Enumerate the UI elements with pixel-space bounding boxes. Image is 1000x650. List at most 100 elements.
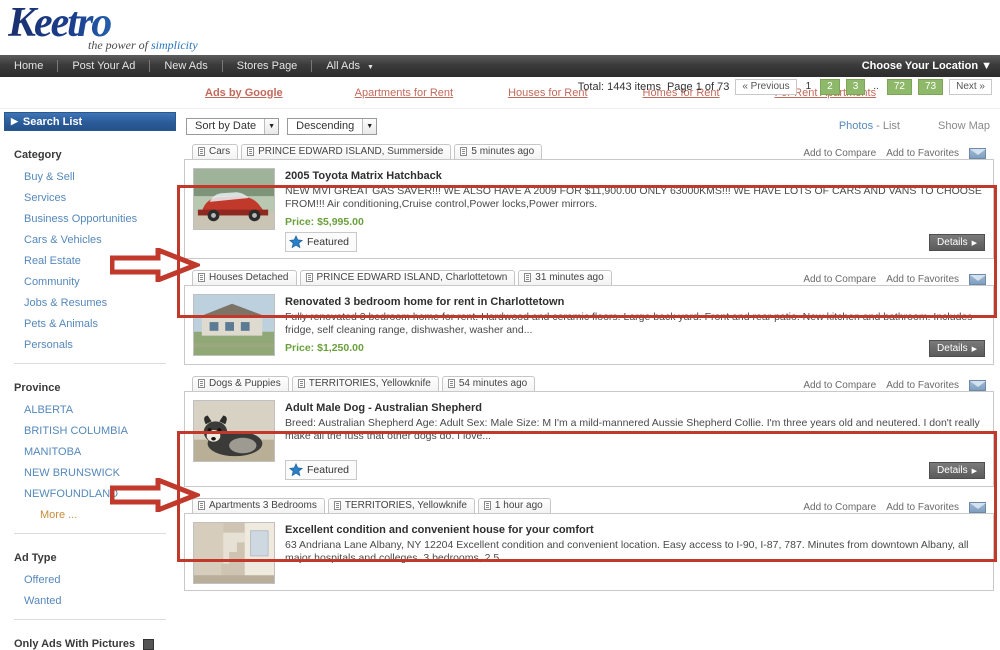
pagination: Total: 1443 items Page 1 of 73 « Previou… [578,79,992,95]
view-mode-dash: - [873,120,883,132]
envelope-icon[interactable] [969,148,986,159]
province-title: Province [14,382,61,394]
nav-item-post-your-ad[interactable]: Post Your Ad [58,60,149,72]
choose-location-button[interactable]: Choose Your Location ▼ [862,60,992,72]
listing-actions: Add to Compare Add to Favorites [803,380,994,391]
sidebar-item-services[interactable]: Services [24,192,166,204]
listing-item: Apartments 3 Bedrooms TERRITORIES, Yello… [184,497,994,595]
add-to-favorites-link[interactable]: Add to Favorites [886,274,959,285]
add-to-favorites-link[interactable]: Add to Favorites [886,148,959,159]
site-logo[interactable]: Keetro the power of simplicity [8,2,223,52]
sidebar-item-offered[interactable]: Offered [24,574,166,586]
page-of-label: Page 1 of 73 [666,81,730,93]
listing-category-tag[interactable]: Houses Detached [192,270,297,285]
listing-item: Cars PRINCE EDWARD ISLAND, Summerside 5 … [184,143,994,263]
ads-by-google-label[interactable]: Ads by Google [205,87,283,99]
envelope-icon[interactable] [969,380,986,391]
sort-by-value: Sort by Date [195,119,257,132]
only-ads-with-pictures-row[interactable]: Only Ads With Pictures [14,638,166,650]
sidebar-item-community[interactable]: Community [24,276,166,288]
sort-by-select[interactable]: Sort by Date ▼ [186,117,280,135]
listing-item: Dogs & Puppies TERRITORIES, Yellowknife … [184,375,994,491]
details-button[interactable]: Details ▶ [929,340,985,357]
nav-item-stores-page[interactable]: Stores Page [223,60,312,72]
next-page-button[interactable]: Next » [949,79,992,95]
sidebar-item-newfoundland[interactable]: NEWFOUNDLAND [24,488,166,500]
document-icon [297,379,305,388]
listing-tag-row: Apartments 3 Bedrooms TERRITORIES, Yello… [184,497,994,513]
current-page-indicator: 1 [805,81,812,92]
add-to-favorites-link[interactable]: Add to Favorites [886,380,959,391]
nav-item-all-ads[interactable]: All Ads ▼ [312,60,388,72]
only-ads-with-pictures-checkbox[interactable] [143,638,155,650]
listing-category-label: Houses Detached [209,272,289,283]
details-button[interactable]: Details ▶ [929,462,985,479]
listing-thumbnail[interactable] [193,400,275,462]
listing-category-tag[interactable]: Dogs & Puppies [192,376,289,391]
ad-link-houses-for-rent[interactable]: Houses for Rent [508,87,587,99]
ad-link-apartments-for-rent[interactable]: Apartments for Rent [355,87,453,99]
listing-toolbar: Total: 1443 items Page 1 of 73 « Previou… [180,79,998,143]
previous-page-button[interactable]: « Previous [735,79,797,95]
envelope-icon[interactable] [969,502,986,513]
sidebar-item-new-brunswick[interactable]: NEW BRUNSWICK [24,467,166,479]
page-button-73[interactable]: 73 [917,79,944,95]
sidebar-item-wanted[interactable]: Wanted [24,595,166,607]
listing-location-label: PRINCE EDWARD ISLAND, Charlottetown [316,272,508,283]
car-photo [194,169,274,229]
listing-location-tag[interactable]: TERRITORIES, Yellowknife [327,498,475,513]
add-to-compare-link[interactable]: Add to Compare [803,148,876,159]
featured-label: Featured [307,464,350,476]
view-mode-photos[interactable]: Photos [839,120,873,132]
total-items-label: Total: 1443 items [577,81,661,93]
listing-location-tag[interactable]: TERRITORIES, Yellowknife [291,376,439,391]
show-map-button[interactable]: Show Map [938,120,990,132]
envelope-icon[interactable] [969,274,986,285]
add-to-favorites-link[interactable]: Add to Favorites [886,502,959,513]
listing-category-tag[interactable]: Cars [192,144,239,159]
listing-title[interactable]: Excellent condition and convenient house… [285,524,985,536]
details-label: Details [937,465,968,476]
add-to-compare-link[interactable]: Add to Compare [803,380,876,391]
sidebar-item-british-columbia[interactable]: BRITISH COLUMBIA [24,425,166,437]
details-button[interactable]: Details ▶ [929,234,985,251]
category-title: Category [14,149,62,161]
listing-location-tag[interactable]: PRINCE EDWARD ISLAND, Charlottetown [299,270,516,285]
sidebar-item-business-opportunities[interactable]: Business Opportunities [24,213,166,225]
listing-thumbnail[interactable] [193,168,275,230]
sidebar-item-jobs-resumes[interactable]: Jobs & Resumes [24,297,166,309]
sidebar-divider [14,533,166,534]
sort-order-select[interactable]: Descending ▼ [287,117,378,135]
listing-title[interactable]: Renovated 3 bedroom home for rent in Cha… [285,296,985,308]
view-mode-list[interactable]: List [883,120,900,132]
sidebar-item-pets-animals[interactable]: Pets & Animals [24,318,166,330]
chevron-right-icon: ▶ [971,239,977,247]
sidebar-item-personals[interactable]: Personals [24,339,166,351]
sidebar-item-alberta[interactable]: ALBERTA [24,404,166,416]
house-photo [194,295,274,355]
listing-category-tag[interactable]: Apartments 3 Bedrooms [192,498,325,513]
add-to-compare-link[interactable]: Add to Compare [803,274,876,285]
listing-thumbnail[interactable] [193,294,275,356]
nav-item-home[interactable]: Home [0,60,57,72]
listing-title[interactable]: 2005 Toyota Matrix Hatchback [285,170,985,182]
page-button-3[interactable]: 3 [845,79,866,95]
chevron-right-icon: ▶ [971,467,977,475]
nav-item-new-ads[interactable]: New Ads [150,60,221,72]
listing-title[interactable]: Adult Male Dog - Australian Shepherd [285,402,985,414]
star-icon [289,235,303,249]
listing-thumbnail[interactable] [193,522,275,584]
add-to-compare-link[interactable]: Add to Compare [803,502,876,513]
sort-order-value: Descending [296,119,355,132]
sidebar-divider [14,619,166,620]
province-more-link[interactable]: More ... [40,509,166,521]
page-button-72[interactable]: 72 [886,79,912,95]
listing-card: Renovated 3 bedroom home for rent in Cha… [184,285,994,365]
listing-location-tag[interactable]: PRINCE EDWARD ISLAND, Summerside [241,144,452,159]
sidebar-item-real-estate[interactable]: Real Estate [24,255,166,267]
search-list-header[interactable]: ▶ Search List [4,112,176,131]
page-button-2[interactable]: 2 [820,79,840,95]
sidebar-item-manitoba[interactable]: MANITOBA [24,446,166,458]
sidebar-item-buy-sell[interactable]: Buy & Sell [24,171,166,183]
sidebar-item-cars-vehicles[interactable]: Cars & Vehicles [24,234,166,246]
